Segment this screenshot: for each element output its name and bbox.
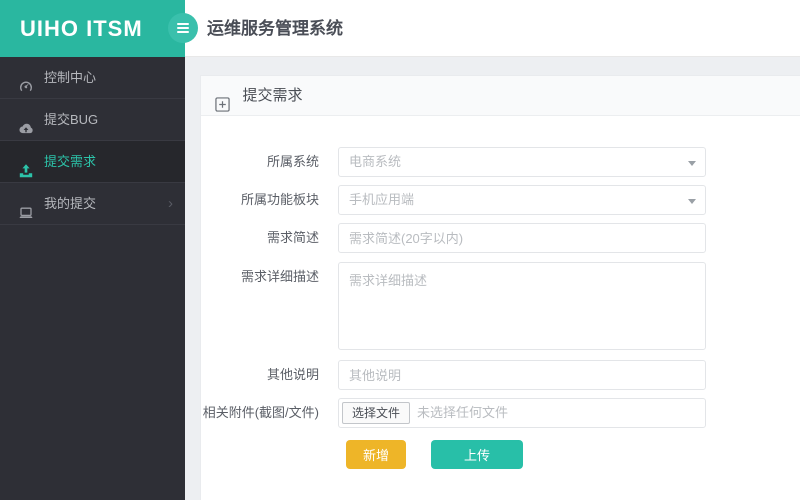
sidebar-item-submit-bug[interactable]: 提交BUG xyxy=(0,99,185,141)
sidebar-item-my-submissions[interactable]: 我的提交 › xyxy=(0,183,185,225)
hamburger-icon xyxy=(177,23,189,35)
sidebar-item-label: 我的提交 xyxy=(44,196,97,211)
chevron-right-icon: › xyxy=(168,195,173,212)
requirement-form: 所属系统 电商系统 所属功能板块 手机应用端 需求简述 需求详细描述 其他说明 … xyxy=(201,116,800,500)
description-textarea[interactable] xyxy=(338,262,706,350)
submit-requirement-panel: 提交需求 所属系统 电商系统 所属功能板块 手机应用端 需求简述 需求详细描述 … xyxy=(200,75,800,500)
panel-header: 提交需求 xyxy=(201,76,800,116)
add-button[interactable]: 新增 xyxy=(346,440,406,469)
upload-icon xyxy=(18,154,34,178)
upload-button[interactable]: 上传 xyxy=(431,440,523,469)
cloud-upload-icon xyxy=(18,112,34,134)
system-select-value: 电商系统 xyxy=(349,154,402,169)
other-notes-input[interactable] xyxy=(338,360,706,390)
sidebar-item-label: 提交BUG xyxy=(44,112,99,127)
summary-input[interactable] xyxy=(338,223,706,253)
choose-file-button[interactable]: 选择文件 xyxy=(342,402,411,424)
attachment-label: 相关附件(截图/文件) xyxy=(202,405,319,420)
main-content: 提交需求 所属系统 电商系统 所属功能板块 手机应用端 需求简述 需求详细描述 … xyxy=(185,57,800,500)
sidebar-nav: 控制中心 提交BUG 提交需求 我的提交 › xyxy=(0,57,185,500)
sidebar-item-submit-requirement[interactable]: 提交需求 xyxy=(0,141,185,183)
laptop-icon xyxy=(18,196,34,218)
module-label: 所属功能板块 xyxy=(240,192,319,207)
sidebar-item-label: 提交需求 xyxy=(44,154,97,169)
chevron-down-icon xyxy=(688,161,696,166)
system-select[interactable]: 电商系统 xyxy=(338,147,706,177)
page-title: 运维服务管理系统 xyxy=(207,19,343,38)
system-label: 所属系统 xyxy=(266,154,319,169)
app-header: UIHO ITSM 运维服务管理系统 xyxy=(0,0,800,57)
sidebar-item-control-center[interactable]: 控制中心 xyxy=(0,57,185,99)
summary-label: 需求简述 xyxy=(266,230,319,245)
panel-title: 提交需求 xyxy=(242,87,303,104)
sidebar-item-label: 控制中心 xyxy=(44,70,97,85)
app-logo: UIHO ITSM xyxy=(0,0,185,57)
attachment-file-input[interactable]: 选择文件 未选择任何文件 xyxy=(338,398,706,428)
other-notes-label: 其他说明 xyxy=(266,367,319,382)
plus-square-icon xyxy=(215,88,230,112)
file-status-text: 未选择任何文件 xyxy=(417,405,509,420)
chevron-down-icon xyxy=(688,199,696,204)
module-select[interactable]: 手机应用端 xyxy=(338,185,706,215)
description-label: 需求详细描述 xyxy=(240,269,319,284)
sidebar-toggle-button[interactable] xyxy=(168,13,198,43)
module-select-value: 手机应用端 xyxy=(349,192,415,207)
dashboard-icon xyxy=(18,70,34,92)
